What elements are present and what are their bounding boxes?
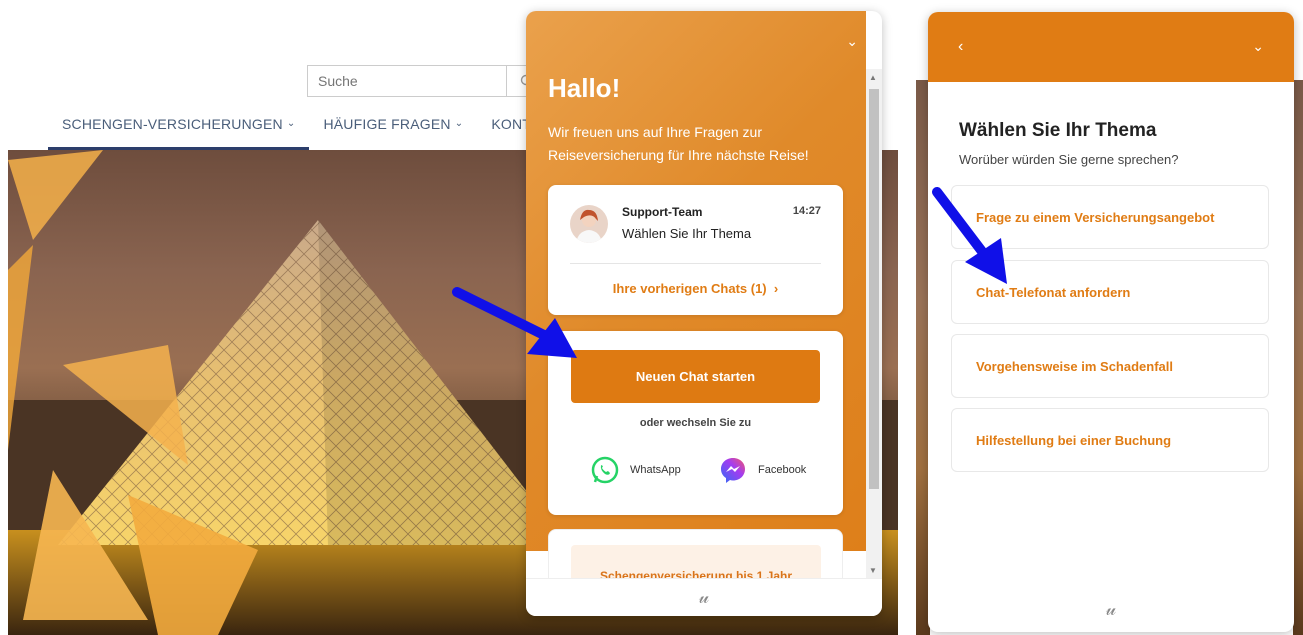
chevron-down-icon: ⌄: [286, 118, 296, 129]
search-input[interactable]: [308, 66, 506, 96]
scroll-thumb[interactable]: [869, 89, 879, 489]
previous-chats-label: Ihre vorherigen Chats (1): [612, 281, 767, 296]
chevron-down-icon: ⌄: [454, 118, 464, 129]
nav-item-faq[interactable]: HÄUFIGE FRAGEN ⌄: [309, 108, 477, 150]
chat-header: [928, 12, 1294, 82]
main-nav: SCHENGEN-VERSICHERUNGEN ⌄ HÄUFIGE FRAGEN…: [48, 108, 554, 150]
scroll-up-arrow[interactable]: ▲: [869, 73, 877, 82]
message-text: Wählen Sie Ihr Thema: [622, 226, 752, 241]
facebook-label: Facebook: [758, 464, 807, 476]
whatsapp-icon: [591, 456, 619, 484]
nav-item-schengen[interactable]: SCHENGEN-VERSICHERUNGEN ⌄: [48, 108, 310, 150]
chevron-down-icon[interactable]: ⌄: [846, 33, 858, 50]
annotation-arrow: [452, 287, 577, 358]
whatsapp-label: WhatsApp: [630, 464, 681, 476]
topic-option[interactable]: Vorgehensweise im Schadenfall: [951, 334, 1269, 398]
nav-item-label: SCHENGEN-VERSICHERUNGEN: [62, 116, 283, 132]
chat-title: Hallo!: [548, 73, 621, 103]
annotation-arrow: [932, 187, 1007, 284]
brand-logo-icon: 𝓊: [1105, 599, 1117, 619]
topic-title: Wählen Sie Ihr Thema: [959, 120, 1157, 141]
divider: [570, 263, 821, 264]
chat-footer: 𝓊: [928, 599, 1294, 620]
background-photo-strip: [1293, 80, 1303, 635]
chat-widget-topics: ‹ ⌄ Wählen Sie Ihr Thema Worüber würden …: [928, 12, 1294, 632]
chat-footer: 𝓊: [526, 578, 882, 616]
messenger-icon: [721, 458, 745, 483]
chevron-right-icon: ›: [770, 281, 779, 296]
brand-logo-icon: 𝓊: [698, 587, 710, 607]
search-box: [307, 65, 547, 97]
start-chat-button[interactable]: Neuen Chat starten: [571, 350, 820, 403]
switch-channel-text: oder wechseln Sie zu: [639, 417, 752, 429]
scrollbar[interactable]: ▲ ▼: [866, 69, 882, 579]
back-icon[interactable]: ‹: [958, 38, 963, 56]
avatar: [570, 205, 608, 243]
nav-item-label: HÄUFIGE FRAGEN: [323, 116, 451, 132]
scroll-down-arrow[interactable]: ▼: [869, 566, 877, 575]
facebook-button[interactable]: Facebook: [718, 455, 806, 485]
message-time: 14:27: [792, 205, 821, 217]
message-sender: Support-Team: [622, 205, 703, 219]
topic-option[interactable]: Hilfestellung bei einer Buchung: [951, 408, 1269, 472]
chevron-down-icon[interactable]: ⌄: [1252, 38, 1264, 55]
topic-subtitle: Worüber würden Sie gerne sprechen?: [959, 152, 1179, 167]
whatsapp-button[interactable]: WhatsApp: [590, 455, 681, 485]
chat-intro: Wir freuen uns auf Ihre Fragen zur Reise…: [548, 124, 809, 163]
